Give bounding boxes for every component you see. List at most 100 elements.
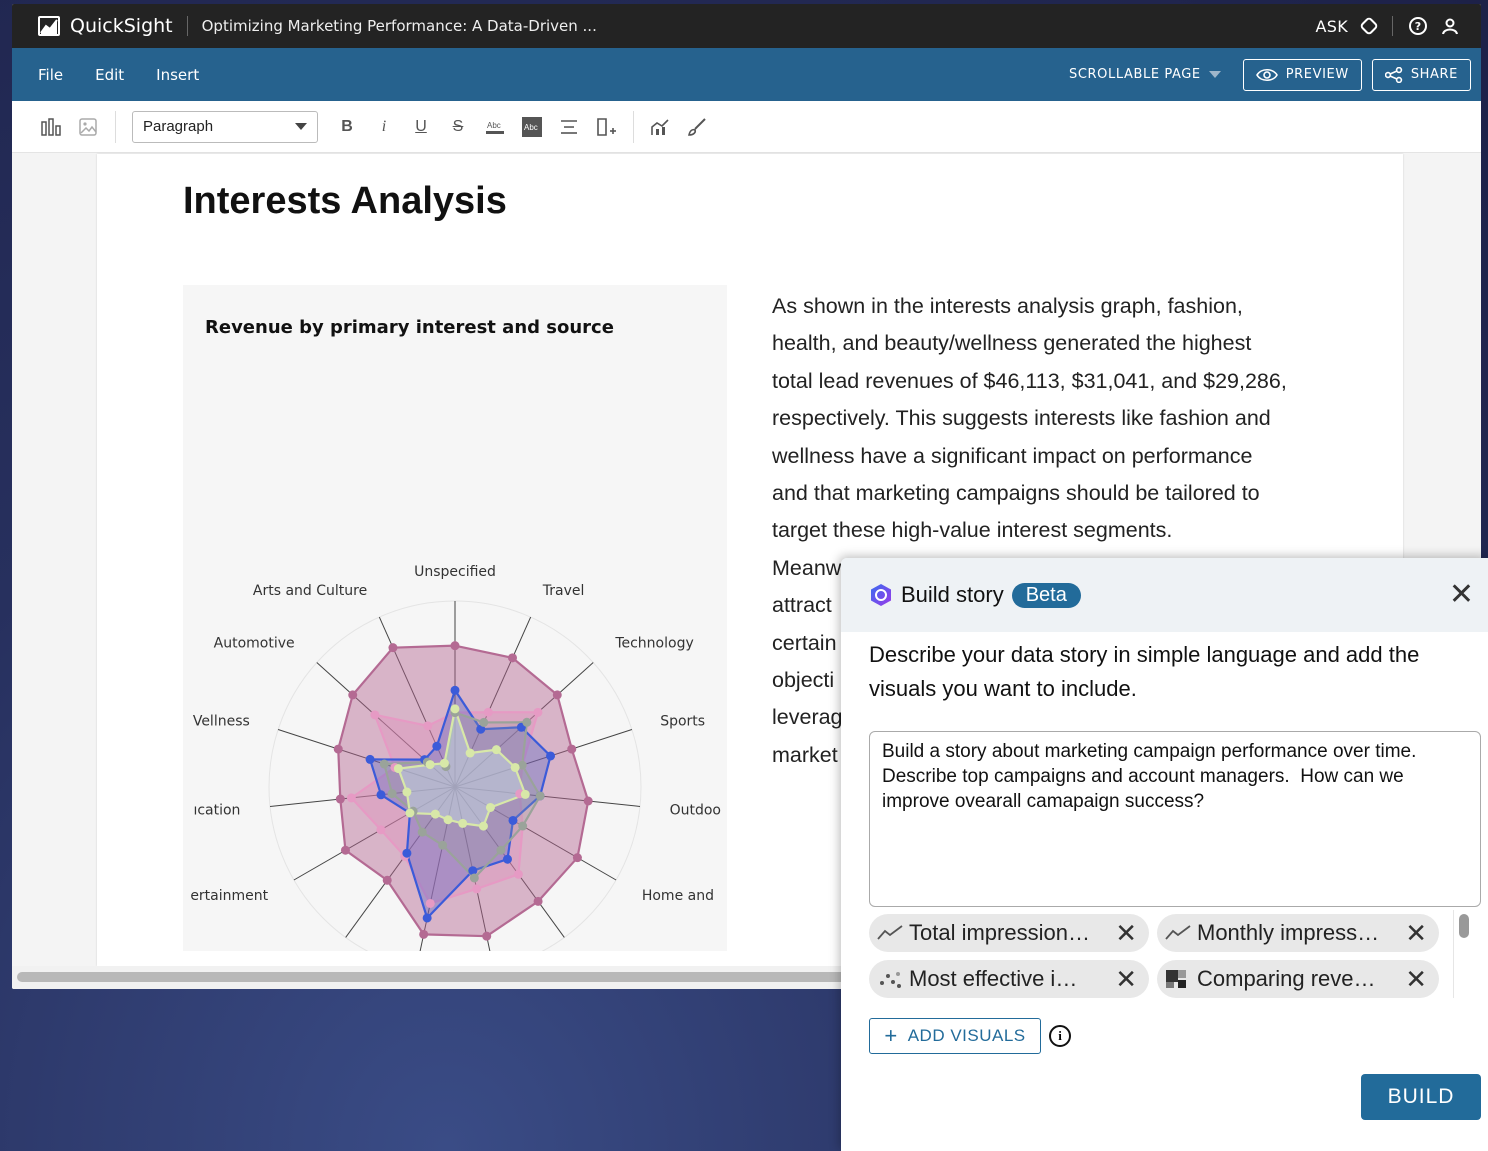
radar-data-point (533, 707, 543, 717)
quicksight-logo-icon[interactable] (38, 16, 60, 36)
radar-data-point (552, 690, 562, 700)
top-bar: QuickSight Optimizing Marketing Performa… (12, 4, 1481, 48)
radar-data-point (450, 685, 460, 695)
format-brush-icon[interactable] (686, 116, 708, 138)
view-mode-dropdown[interactable]: SCROLLABLE PAGE (1069, 67, 1221, 82)
panel-description: Describe your data story in simple langu… (869, 642, 1420, 701)
strikethrough-icon[interactable]: S (447, 116, 469, 138)
divider (1392, 16, 1393, 36)
radar-axis-label: Unspecified (414, 564, 496, 580)
preview-label: PREVIEW (1285, 67, 1349, 82)
insert-block-icon[interactable] (595, 116, 617, 138)
narrative-line: wellness have a significant impact on pe… (772, 443, 1253, 468)
visuals-scrollbar[interactable] (1453, 910, 1471, 998)
radar-data-point (507, 653, 517, 663)
divider (633, 110, 634, 143)
chevron-down-icon (1208, 71, 1221, 78)
remove-visual-icon[interactable]: ✕ (1405, 964, 1427, 995)
visual-chip-label: Comparing reve… (1197, 966, 1376, 991)
radar-data-point (438, 840, 448, 850)
underline-icon[interactable]: U (410, 116, 432, 138)
radar-data-point (479, 717, 489, 727)
radar-data-point (425, 760, 435, 770)
radar-data-point (465, 748, 475, 758)
line-chart-icon (1165, 925, 1191, 940)
user-icon[interactable] (1441, 17, 1459, 35)
close-icon[interactable]: ✕ (1449, 580, 1474, 610)
radar-data-point (348, 690, 358, 700)
radar-data-point (379, 759, 389, 769)
radar-axis-label: Outdoo (670, 803, 721, 819)
radar-chart-visual[interactable]: Revenue by primary interest and source U… (183, 285, 727, 951)
page-title[interactable]: Interests Analysis (183, 180, 507, 223)
remove-visual-icon[interactable]: ✕ (1115, 964, 1137, 995)
radar-data-point (583, 796, 593, 806)
visual-chip[interactable]: Comparing reve… ✕ (1157, 960, 1439, 998)
menu-edit[interactable]: Edit (95, 66, 124, 84)
narrative-line: health, and beauty/wellness generated th… (772, 331, 1252, 356)
radar-data-point (419, 929, 429, 939)
scrollbar-thumb[interactable] (1459, 914, 1469, 938)
info-icon[interactable]: i (1049, 1025, 1071, 1047)
radar-data-point (518, 821, 528, 831)
add-visuals-label: ADD VISUALS (907, 1026, 1026, 1045)
radar-data-point (340, 845, 350, 855)
remove-visual-icon[interactable]: ✕ (1115, 918, 1137, 949)
visual-chip[interactable]: Most effective i… ✕ (869, 960, 1149, 998)
brand-name[interactable]: QuickSight (70, 15, 173, 37)
add-visual-icon[interactable] (40, 116, 62, 138)
build-button[interactable]: BUILD (1361, 1074, 1481, 1120)
radar-data-point (417, 827, 427, 837)
radar-data-point (502, 854, 512, 864)
radar-data-point (425, 898, 435, 908)
build-story-panel: Build story Beta ✕ Describe your data st… (841, 558, 1488, 1151)
divider (115, 110, 116, 143)
radar-axis-label: Technology (614, 636, 693, 652)
visual-chip[interactable]: Monthly impress… ✕ (1157, 914, 1439, 952)
radar-axis-label: Arts and Culture (253, 583, 367, 599)
add-visuals-button[interactable]: + ADD VISUALS (869, 1018, 1041, 1054)
radar-data-point (439, 758, 449, 768)
radar-axis-label: ertainment (190, 888, 268, 904)
radar-data-point (402, 848, 412, 858)
radar-data-point (520, 789, 530, 799)
radar-data-point (432, 741, 442, 751)
radar-data-point (572, 853, 582, 863)
align-icon[interactable] (558, 116, 580, 138)
remove-visual-icon[interactable]: ✕ (1405, 918, 1427, 949)
highlight-icon[interactable]: Abc (521, 116, 543, 138)
radar-data-point (365, 754, 375, 764)
menu-insert[interactable]: Insert (156, 66, 199, 84)
ask-button[interactable]: ASK (1316, 17, 1349, 36)
svg-text:Abc: Abc (524, 123, 538, 132)
plus-icon: + (884, 1023, 898, 1048)
visual-chip-label: Monthly impress… (1197, 920, 1380, 945)
panel-header: Build story Beta ✕ (841, 558, 1488, 632)
menu-file[interactable]: File (38, 66, 63, 84)
generative-chart-icon[interactable] (649, 116, 671, 138)
text-color-icon[interactable]: Abc (484, 116, 506, 138)
preview-button[interactable]: PREVIEW (1242, 58, 1362, 91)
radar-data-point (491, 745, 501, 755)
italic-icon[interactable]: i (373, 116, 395, 138)
document-title[interactable]: Optimizing Marketing Performance: A Data… (202, 17, 597, 35)
story-prompt-textarea[interactable]: Build a story about marketing campaign p… (869, 731, 1481, 907)
share-button[interactable]: SHARE (1371, 58, 1471, 91)
narrative-line: and that marketing campaigns should be t… (772, 481, 1260, 506)
radar-data-point (458, 818, 468, 828)
radar-axis-label: ıcation (193, 803, 240, 819)
radar-data-point (535, 791, 545, 801)
radar-data-point (450, 704, 460, 714)
visual-chip[interactable]: Total impression… ✕ (869, 914, 1149, 952)
image-icon[interactable] (77, 116, 99, 138)
visual-chip-label: Total impression… (909, 920, 1090, 945)
radar-data-point (376, 790, 386, 800)
radar-data-point (335, 794, 345, 804)
help-icon[interactable]: ? (1409, 17, 1427, 35)
paragraph-style-select[interactable]: Paragraph (132, 110, 318, 143)
q-icon[interactable] (1359, 16, 1379, 36)
bold-icon[interactable]: B (336, 116, 358, 138)
story-hexagon-icon (871, 584, 891, 606)
radar-data-point (382, 875, 392, 885)
scrollbar-thumb[interactable] (17, 972, 877, 982)
